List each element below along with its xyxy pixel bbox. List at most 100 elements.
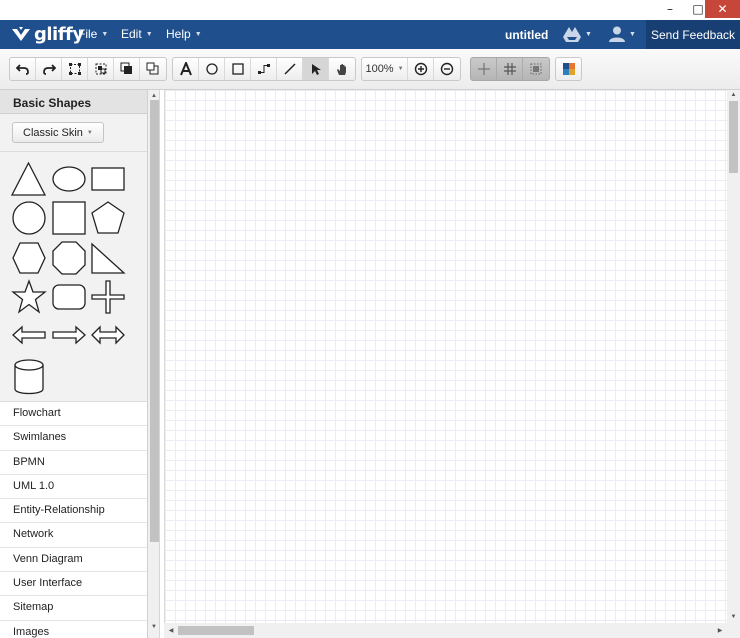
rounded-rectangle-shape[interactable]	[51, 283, 87, 311]
chevron-down-icon: ▼	[397, 66, 404, 72]
show-grid-button[interactable]	[497, 58, 523, 80]
library-item-swimlanes[interactable]: Swimlanes	[0, 426, 147, 451]
ellipse-tool-button[interactable]	[199, 58, 225, 80]
library-item-bpmn[interactable]: BPMN	[0, 450, 147, 475]
select-all-icon	[68, 63, 81, 75]
scroll-down-arrow-icon[interactable]: ▼	[727, 612, 740, 622]
line-tool-button[interactable]	[277, 58, 303, 80]
pointer-tool-icon	[311, 64, 321, 75]
menu-help[interactable]: Help ▼	[166, 27, 202, 41]
right-triangle-shape[interactable]	[90, 240, 126, 276]
triangle-shape[interactable]	[10, 161, 47, 197]
minimize-button[interactable]: –	[656, 0, 684, 18]
snap-to-grid-icon	[477, 63, 490, 75]
snap-to-grid-button[interactable]	[471, 58, 497, 80]
canvas-vertical-scrollbar-thumb[interactable]	[729, 101, 738, 173]
bring-to-front-button[interactable]	[114, 58, 140, 80]
bring-front-icon	[120, 62, 132, 74]
menu-edit-label: Edit	[121, 27, 142, 41]
edit-tools-group	[9, 57, 167, 81]
zoom-group: 100% ▼	[361, 57, 461, 81]
scroll-down-arrow-icon[interactable]: ▼	[148, 622, 160, 632]
left-arrow-shape[interactable]	[11, 325, 47, 345]
redo-icon	[42, 64, 56, 75]
canvas-horizontal-scrollbar-thumb[interactable]	[178, 626, 254, 635]
square-shape[interactable]	[51, 200, 87, 236]
toolbar: 100% ▼	[0, 49, 740, 90]
app-header: gliffy File ▼ Edit ▼ Help ▼ untitled ▼ ▼ Se…	[0, 20, 740, 49]
zoom-in-icon	[414, 62, 427, 76]
library-item-user-interface[interactable]: User Interface	[0, 572, 147, 597]
star-shape[interactable]	[11, 279, 47, 315]
text-tool-button[interactable]	[173, 58, 199, 80]
menu-edit[interactable]: Edit ▼	[121, 27, 153, 41]
cross-shape[interactable]	[90, 279, 126, 315]
circle-shape[interactable]	[11, 200, 47, 236]
theme-icon	[562, 63, 575, 75]
pointer-tool-button[interactable]	[303, 58, 329, 80]
hexagon-shape[interactable]	[11, 240, 47, 276]
pan-tool-button[interactable]	[329, 58, 355, 80]
user-menu[interactable]: ▼	[608, 24, 636, 44]
skin-label: Classic Skin	[23, 126, 83, 139]
pentagon-shape[interactable]	[90, 200, 126, 236]
logo-text: gliffy	[34, 23, 84, 45]
connector-tool-button[interactable]	[251, 58, 277, 80]
document-title[interactable]: untitled	[505, 28, 548, 42]
library-title[interactable]: Basic Shapes	[0, 90, 147, 114]
library-item-uml[interactable]: UML 1.0	[0, 474, 147, 500]
connector-tool-icon	[257, 64, 270, 74]
zoom-in-button[interactable]	[408, 58, 434, 80]
sidebar-scrollbar-thumb[interactable]	[150, 100, 159, 542]
library-item-images[interactable]: Images	[0, 620, 147, 638]
text-tool-icon	[179, 62, 192, 76]
library-item-venn-diagram[interactable]: Venn Diagram	[0, 547, 147, 573]
zoom-level: 100%	[365, 63, 394, 75]
send-feedback-button[interactable]: Send Feedback	[646, 20, 740, 49]
library-item-flowchart[interactable]: Flowchart	[0, 402, 147, 427]
redo-button[interactable]	[36, 58, 62, 80]
scroll-left-arrow-icon[interactable]: ◀	[166, 624, 176, 637]
rectangle-shape[interactable]	[90, 166, 126, 192]
chevron-down-icon: ▼	[86, 129, 93, 136]
right-arrow-shape[interactable]	[51, 325, 87, 345]
zoom-select[interactable]: 100% ▼	[362, 58, 408, 80]
chevron-down-icon: ▼	[101, 31, 109, 39]
grid-tools-group	[470, 57, 550, 81]
group-icon	[95, 63, 106, 75]
theme-button[interactable]	[556, 58, 581, 80]
ellipse-tool-icon	[205, 63, 218, 75]
library-item-network[interactable]: Network	[0, 523, 147, 548]
select-all-button[interactable]	[62, 58, 88, 80]
pan-tool-icon	[337, 64, 346, 75]
group-button[interactable]	[88, 58, 114, 80]
zoom-out-button[interactable]	[434, 58, 460, 80]
drawing-canvas[interactable]	[164, 90, 727, 623]
gliffy-logo[interactable]: gliffy	[10, 23, 84, 45]
undo-button[interactable]	[10, 58, 36, 80]
chevron-down-icon: ▼	[194, 31, 202, 39]
google-drive-icon	[563, 26, 581, 42]
drawing-tools-group	[172, 57, 356, 81]
close-button[interactable]: ✕	[705, 0, 740, 18]
scroll-up-arrow-icon[interactable]: ▲	[148, 91, 160, 101]
shapes-grid	[0, 152, 147, 402]
send-to-back-button[interactable]	[140, 58, 166, 80]
scroll-right-arrow-icon[interactable]: ▶	[715, 624, 725, 637]
scroll-up-arrow-icon[interactable]: ▲	[727, 90, 740, 100]
library-item-entity-relationship[interactable]: Entity-Relationship	[0, 499, 147, 524]
library-item-sitemap[interactable]: Sitemap	[0, 596, 147, 621]
page-boundary-button[interactable]	[523, 58, 549, 80]
cylinder-shape[interactable]	[12, 358, 46, 396]
zoom-out-icon	[440, 62, 454, 76]
octagon-shape[interactable]	[51, 240, 87, 276]
double-arrow-shape[interactable]	[90, 325, 126, 345]
skin-select[interactable]: Classic Skin ▼	[12, 122, 104, 143]
ellipse-shape[interactable]	[51, 165, 87, 193]
show-grid-icon	[503, 63, 516, 75]
rectangle-tool-button[interactable]	[225, 58, 251, 80]
skin-row: Classic Skin ▼	[0, 114, 147, 152]
google-drive-menu[interactable]: ▼	[562, 24, 592, 44]
menu-file[interactable]: File ▼	[78, 27, 108, 41]
scrollbar-corner	[727, 623, 740, 638]
